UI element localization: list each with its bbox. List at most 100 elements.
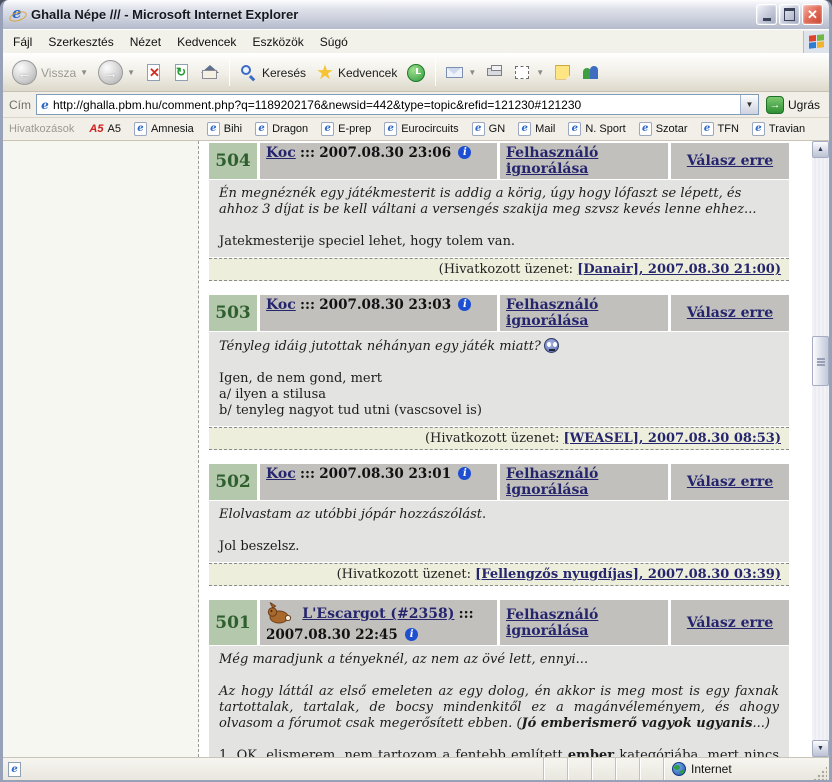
- forward-icon: →: [98, 60, 123, 85]
- info-icon[interactable]: i: [405, 628, 418, 641]
- address-input[interactable]: [53, 96, 740, 113]
- link-mail[interactable]: eMail: [518, 122, 555, 136]
- address-dropdown-icon[interactable]: ▼: [740, 95, 758, 114]
- reply-cell: Válasz erre: [671, 600, 789, 645]
- forum-post-503: 503 Koc ::: 2007.08.30 23:03 i Felhaszná…: [209, 295, 789, 450]
- edit-icon: [514, 64, 532, 82]
- reply-link[interactable]: Válasz erre: [687, 305, 773, 321]
- link-eprep[interactable]: eE-prep: [321, 122, 371, 136]
- vertical-scrollbar[interactable]: ▲ ▼: [812, 141, 829, 757]
- info-icon[interactable]: i: [458, 467, 471, 480]
- link-tfn[interactable]: eTFN: [701, 122, 739, 136]
- search-icon: [240, 64, 258, 82]
- author-link[interactable]: L'Escargot (#2358): [302, 606, 454, 622]
- scroll-down-icon[interactable]: ▼: [812, 740, 829, 757]
- minimize-button[interactable]: [756, 4, 777, 25]
- post-number: 504: [209, 143, 257, 179]
- back-button[interactable]: ← Vissza ▼: [8, 58, 92, 87]
- menu-edit[interactable]: Szerkesztés: [40, 32, 121, 52]
- ie-link-icon: e: [321, 122, 334, 136]
- post-body: Én megnéznék egy játékmesterit is addig …: [209, 180, 789, 257]
- back-icon: ←: [12, 60, 37, 85]
- ignore-user-link[interactable]: Felhasználó ignorálása: [506, 466, 662, 498]
- link-bihi[interactable]: eBihi: [207, 122, 242, 136]
- standard-toolbar: ← Vissza ▼ → ▼ ✕ ↻ Keresés ★ Kedvencek: [3, 53, 829, 92]
- maximize-button[interactable]: [779, 4, 800, 25]
- mail-button[interactable]: ▼: [442, 62, 480, 84]
- author-link[interactable]: Koc: [266, 466, 296, 482]
- scroll-up-icon[interactable]: ▲: [812, 141, 829, 158]
- status-cell: [591, 758, 615, 780]
- history-icon: [407, 64, 425, 82]
- favorites-button[interactable]: ★ Kedvencek: [312, 62, 401, 84]
- search-button[interactable]: Keresés: [236, 62, 310, 84]
- link-amnesia[interactable]: eAmnesia: [134, 122, 194, 136]
- info-icon[interactable]: i: [458, 298, 471, 311]
- menu-view[interactable]: Nézet: [122, 32, 169, 52]
- ignore-user-link[interactable]: Felhasználó ignorálása: [506, 145, 662, 177]
- left-margin-pane: [3, 141, 199, 757]
- zone-label: Internet: [691, 762, 732, 776]
- menu-file[interactable]: Fájl: [5, 32, 40, 52]
- ie-link-icon: e: [701, 122, 714, 136]
- post-body: Elolvastam az utóbbi jópár hozzászólást.…: [209, 501, 789, 562]
- ie-app-icon: e: [9, 6, 26, 23]
- ie-link-icon: e: [207, 122, 220, 136]
- reply-link[interactable]: Válasz erre: [687, 153, 773, 169]
- post-date: 2007.08.30 23:06: [319, 145, 451, 161]
- edit-button[interactable]: ▼: [510, 62, 548, 84]
- referenced-message-link[interactable]: [Danair], 2007.08.30 21:00): [577, 262, 781, 277]
- print-icon: [486, 64, 504, 82]
- scrollbar-thumb[interactable]: [812, 336, 829, 386]
- post-date: 2007.08.30 23:01: [319, 466, 451, 482]
- scrollbar-track[interactable]: [812, 158, 829, 740]
- close-button[interactable]: ✕: [802, 4, 823, 25]
- link-szotar[interactable]: eSzotar: [639, 122, 688, 136]
- author-link[interactable]: Koc: [266, 145, 296, 161]
- refresh-button[interactable]: ↻: [169, 62, 195, 84]
- link-eurocircuits[interactable]: eEurocircuits: [384, 122, 458, 136]
- referenced-message-link[interactable]: [Fellengzős nyugdíjas], 2007.08.30 03:39…: [475, 567, 781, 582]
- reply-link[interactable]: Válasz erre: [687, 615, 773, 631]
- menu-favorites[interactable]: Kedvencek: [169, 32, 244, 52]
- ignore-user-link[interactable]: Felhasználó ignorálása: [506, 297, 662, 329]
- referenced-message-link[interactable]: [WEASEL], 2007.08.30 08:53): [564, 431, 781, 446]
- post-body: Még maradjunk a tényeknél, az nem az övé…: [209, 646, 789, 757]
- post-header: 504 Koc ::: 2007.08.30 23:06 i Felhaszná…: [209, 143, 789, 179]
- ignore-user-cell: Felhasználó ignorálása: [500, 143, 668, 179]
- go-button[interactable]: → Ugrás: [764, 95, 825, 115]
- link-travian[interactable]: eTravian: [752, 122, 805, 136]
- menu-help[interactable]: Súgó: [312, 32, 356, 52]
- status-message-area: e: [3, 758, 543, 780]
- discuss-button[interactable]: [550, 62, 576, 84]
- ie-link-icon: e: [518, 122, 531, 136]
- post-header: 502 Koc ::: 2007.08.30 23:01 i Felhaszná…: [209, 464, 789, 500]
- status-cell: [543, 758, 567, 780]
- history-button[interactable]: [403, 62, 429, 84]
- messenger-icon: [582, 64, 600, 82]
- forward-button[interactable]: → ▼: [94, 58, 139, 87]
- author-link[interactable]: Koc: [266, 297, 296, 313]
- forward-dropdown-icon[interactable]: ▼: [127, 68, 135, 77]
- post-number: 501: [209, 600, 257, 645]
- edit-dropdown-icon[interactable]: ▼: [536, 68, 544, 77]
- ignore-user-link[interactable]: Felhasználó ignorálása: [506, 607, 662, 639]
- back-dropdown-icon[interactable]: ▼: [80, 68, 88, 77]
- link-nsport[interactable]: eN. Sport: [568, 122, 625, 136]
- print-button[interactable]: [482, 62, 508, 84]
- info-icon[interactable]: i: [458, 146, 471, 159]
- home-button[interactable]: [197, 62, 223, 84]
- post-author-cell: Koc ::: 2007.08.30 23:03 i: [260, 295, 497, 331]
- link-gn[interactable]: eGN: [472, 122, 506, 136]
- mail-dropdown-icon[interactable]: ▼: [468, 68, 476, 77]
- forum-thread: 504 Koc ::: 2007.08.30 23:06 i Felhaszná…: [199, 141, 812, 757]
- resize-grip[interactable]: [813, 766, 827, 780]
- menu-tools[interactable]: Eszközök: [244, 32, 311, 52]
- quoted-text: Tényleg idáig jutottak néhányan egy játé…: [219, 338, 779, 355]
- messenger-button[interactable]: [578, 62, 604, 84]
- reply-link[interactable]: Válasz erre: [687, 474, 773, 490]
- stop-button[interactable]: ✕: [141, 62, 167, 84]
- title-bar: e Ghalla Népe /// - Microsoft Internet E…: [3, 0, 829, 29]
- link-dragon[interactable]: eDragon: [255, 122, 308, 136]
- link-a5[interactable]: A5A5: [89, 123, 121, 135]
